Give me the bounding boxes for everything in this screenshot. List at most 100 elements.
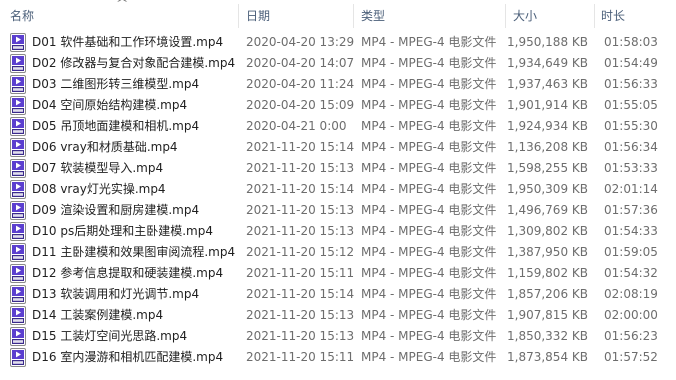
file-duration: 02:08:19 (604, 287, 658, 301)
column-header: 名称 ^ 日期 类型 大小 时长 (0, 0, 676, 32)
file-type: MP4 - MPEG-4 电影文件 (361, 161, 497, 175)
file-row[interactable]: D13 软装调用和灯光调节.mp4 2021-11-20 15:14 MP4 - M… (0, 284, 676, 305)
file-type: MP4 - MPEG-4 电影文件 (361, 182, 497, 196)
mp4-video-file-icon (10, 327, 26, 346)
mp4-video-file-icon (10, 117, 26, 136)
file-duration: 01:59:05 (604, 245, 658, 259)
file-duration: 01:56:23 (604, 329, 658, 343)
file-row[interactable]: D02 修改器与复合对象配合建模.mp4 2020-04-20 14:07 MP4 … (0, 53, 676, 74)
mp4-video-file-icon (10, 285, 26, 304)
file-row[interactable]: D03 二维图形转三维模型.mp4 2020-04-20 11:24 MP4 - M… (0, 74, 676, 95)
file-size: 1,387,950 KB (507, 245, 588, 259)
file-date: 2020-04-20 11:24 (246, 77, 355, 91)
file-type: MP4 - MPEG-4 电影文件 (361, 308, 497, 322)
file-date: 2020-04-21 0:00 (246, 119, 347, 133)
file-list: D01 软件基础和工作环境设置.mp4 2020-04-20 13:29 MP4 -… (0, 32, 676, 368)
file-type: MP4 - MPEG-4 电影文件 (361, 287, 497, 301)
file-date: 2021-11-20 15:13 (246, 329, 355, 343)
column-header-duration[interactable]: 时长 (601, 0, 625, 32)
file-row[interactable]: D15 工装灯空间光思路.mp4 2021-11-20 15:13 MP4 - MP… (0, 326, 676, 347)
column-header-size[interactable]: 大小 (513, 0, 537, 32)
file-row[interactable]: D14 工装案例建模.mp4 2021-11-20 15:13 MP4 - MPEG… (0, 305, 676, 326)
file-date: 2021-11-20 15:13 (246, 161, 355, 175)
file-date: 2021-11-20 15:13 (246, 224, 355, 238)
file-date: 2020-04-20 13:29 (246, 35, 355, 49)
file-size: 1,857,206 KB (507, 287, 588, 301)
file-name: D11 主卧建模和效果图审阅流程.mp4 (32, 245, 236, 259)
file-date: 2021-11-20 15:12 (246, 245, 355, 259)
file-date: 2021-11-20 15:11 (246, 266, 355, 280)
file-row[interactable]: D12 参考信息提取和硬装建模.mp4 2021-11-20 15:11 MP4 -… (0, 263, 676, 284)
file-date: 2021-11-20 15:13 (246, 203, 355, 217)
column-divider[interactable] (238, 4, 239, 28)
file-row[interactable]: D05 吊顶地面建模和相机.mp4 2020-04-21 0:00 MP4 - MP… (0, 116, 676, 137)
file-type: MP4 - MPEG-4 电影文件 (361, 224, 497, 238)
file-size: 1,598,255 KB (507, 161, 588, 175)
file-type: MP4 - MPEG-4 电影文件 (361, 203, 497, 217)
file-type: MP4 - MPEG-4 电影文件 (361, 119, 497, 133)
column-header-date[interactable]: 日期 (246, 0, 270, 32)
file-size: 1,907,815 KB (507, 308, 588, 322)
file-size: 1,950,188 KB (507, 35, 588, 49)
mp4-video-file-icon (10, 138, 26, 157)
mp4-video-file-icon (10, 33, 26, 52)
file-duration: 01:54:32 (604, 266, 658, 280)
file-duration: 01:56:34 (604, 140, 658, 154)
column-divider[interactable] (505, 4, 506, 28)
file-row[interactable]: D08 vray灯光实操.mp4 2021-11-20 15:14 MP4 - MP… (0, 179, 676, 200)
file-name: D12 参考信息提取和硬装建模.mp4 (32, 266, 224, 280)
file-size: 1,924,934 KB (507, 119, 588, 133)
column-header-name[interactable]: 名称 (10, 0, 34, 32)
file-type: MP4 - MPEG-4 电影文件 (361, 140, 497, 154)
file-name: D04 空间原始结构建模.mp4 (32, 98, 188, 112)
file-size: 1,901,914 KB (507, 98, 588, 112)
file-name: D01 软件基础和工作环境设置.mp4 (32, 35, 224, 49)
file-name: D03 二维图形转三维模型.mp4 (32, 77, 200, 91)
mp4-video-file-icon (10, 180, 26, 199)
file-type: MP4 - MPEG-4 电影文件 (361, 35, 497, 49)
file-date: 2020-04-20 15:09 (246, 98, 355, 112)
sort-ascending-icon: ^ (115, 0, 129, 9)
mp4-video-file-icon (10, 159, 26, 178)
file-date: 2020-04-20 14:07 (246, 56, 355, 70)
column-header-type[interactable]: 类型 (361, 0, 385, 32)
file-row[interactable]: D04 空间原始结构建模.mp4 2020-04-20 15:09 MP4 - MP… (0, 95, 676, 116)
file-row[interactable]: D10 ps后期处理和主卧建模.mp4 2021-11-20 15:13 MP4 -… (0, 221, 676, 242)
file-name: D16 室内漫游和相机匹配建模.mp4 (32, 350, 224, 364)
mp4-video-file-icon (10, 96, 26, 115)
mp4-video-file-icon (10, 75, 26, 94)
file-row[interactable]: D06 vray和材质基础.mp4 2021-11-20 15:14 MP4 - M… (0, 137, 676, 158)
file-name: D10 ps后期处理和主卧建模.mp4 (32, 224, 213, 238)
file-size: 1,136,208 KB (507, 140, 588, 154)
file-name: D15 工装灯空间光思路.mp4 (32, 329, 188, 343)
file-name: D07 软装模型导入.mp4 (32, 161, 164, 175)
file-date: 2021-11-20 15:13 (246, 308, 355, 322)
file-duration: 01:54:33 (604, 224, 658, 238)
mp4-video-file-icon (10, 243, 26, 262)
mp4-video-file-icon (10, 222, 26, 241)
file-name: D05 吊顶地面建模和相机.mp4 (32, 119, 200, 133)
file-size: 1,159,802 KB (507, 266, 588, 280)
file-row[interactable]: D01 软件基础和工作环境设置.mp4 2020-04-20 13:29 MP4 -… (0, 32, 676, 53)
file-duration: 01:57:36 (604, 203, 658, 217)
file-date: 2021-11-20 15:14 (246, 287, 355, 301)
file-name: D06 vray和材质基础.mp4 (32, 140, 178, 154)
file-size: 1,950,309 KB (507, 182, 588, 196)
file-row[interactable]: D07 软装模型导入.mp4 2021-11-20 15:13 MP4 - MPEG… (0, 158, 676, 179)
file-name: D02 修改器与复合对象配合建模.mp4 (32, 56, 236, 70)
file-row[interactable]: D16 室内漫游和相机匹配建模.mp4 2021-11-20 15:11 MP4 -… (0, 347, 676, 368)
file-row[interactable]: D09 渲染设置和厨房建模.mp4 2021-11-20 15:13 MP4 - M… (0, 200, 676, 221)
file-name: D13 软装调用和灯光调节.mp4 (32, 287, 200, 301)
file-row[interactable]: D11 主卧建模和效果图审阅流程.mp4 2021-11-20 15:12 MP4 … (0, 242, 676, 263)
file-type: MP4 - MPEG-4 电影文件 (361, 98, 497, 112)
file-size: 1,309,802 KB (507, 224, 588, 238)
file-duration: 01:56:33 (604, 77, 658, 91)
file-duration: 01:58:03 (604, 35, 658, 49)
mp4-video-file-icon (10, 201, 26, 220)
column-divider[interactable] (594, 4, 595, 28)
file-duration: 01:55:05 (604, 98, 658, 112)
file-duration: 01:53:33 (604, 161, 658, 175)
mp4-video-file-icon (10, 264, 26, 283)
column-divider[interactable] (353, 4, 354, 28)
file-size: 1,934,649 KB (507, 56, 588, 70)
